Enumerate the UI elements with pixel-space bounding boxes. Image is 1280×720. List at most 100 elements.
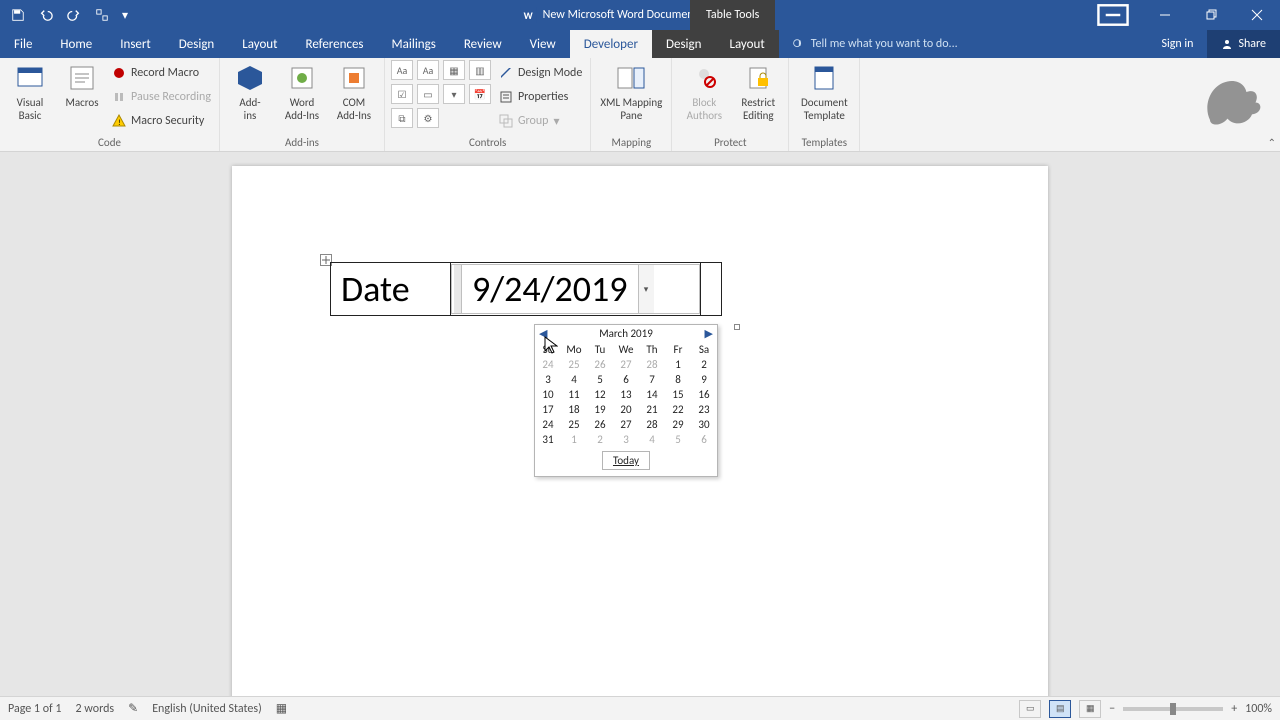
properties-button[interactable]: Properties [497,86,584,108]
tab-file[interactable]: File [0,30,46,58]
document-template-button[interactable]: Document Template [795,60,853,122]
zoom-in-icon[interactable]: + [1231,702,1237,716]
building-block-control-icon[interactable]: ▥ [469,60,491,80]
collapse-ribbon-icon[interactable]: ⌃ [1268,136,1276,149]
calendar-day[interactable]: 11 [561,387,587,402]
macro-security-button[interactable]: !Macro Security [110,110,213,132]
record-macro-button[interactable]: Record Macro [110,62,213,84]
calendar-today-button[interactable]: Today [602,451,650,470]
calendar-day[interactable]: 21 [639,402,665,417]
tab-table-layout[interactable]: Layout [715,30,778,58]
table-resize-handle-icon[interactable] [734,324,740,330]
date-picker-content-control[interactable]: 9/24/2019 ▾ [451,264,700,314]
status-word-count[interactable]: 2 words [76,702,115,716]
calendar-day[interactable]: 30 [691,417,717,432]
sign-in-link[interactable]: Sign in [1147,30,1207,58]
tab-view[interactable]: View [516,30,570,58]
calendar-day[interactable]: 5 [587,372,613,387]
tab-mailings[interactable]: Mailings [378,30,450,58]
addins-button[interactable]: Add- ins [226,60,274,122]
calendar-day[interactable]: 1 [561,432,587,447]
calendar-day[interactable]: 6 [691,432,717,447]
zoom-out-icon[interactable]: − [1109,702,1115,716]
restore-button[interactable] [1188,0,1234,30]
calendar-day[interactable]: 27 [613,357,639,372]
ribbon-options-icon[interactable] [1096,0,1130,30]
calendar-day[interactable]: 29 [665,417,691,432]
qat-dropdown-icon[interactable]: ▾ [118,3,132,27]
calendar-next-month-icon[interactable]: ▶ [705,327,713,340]
calendar-day[interactable]: 24 [535,417,561,432]
calendar-day[interactable]: 20 [613,402,639,417]
calendar-day[interactable]: 31 [535,432,561,447]
macro-indicator-icon[interactable]: ▦ [276,701,287,716]
calendar-day[interactable]: 5 [665,432,691,447]
calendar-day[interactable]: 28 [639,357,665,372]
calendar-day[interactable]: 2 [587,432,613,447]
calendar-day[interactable]: 10 [535,387,561,402]
rich-text-control-icon[interactable]: Aa [391,60,413,80]
combobox-control-icon[interactable]: ▭ [417,84,439,104]
calendar-day[interactable]: 4 [639,432,665,447]
table-cell-label[interactable]: Date [331,263,451,316]
calendar-day[interactable]: 26 [587,417,613,432]
calendar-day[interactable]: 24 [535,357,561,372]
calendar-day[interactable]: 14 [639,387,665,402]
calendar-day[interactable]: 27 [613,417,639,432]
calendar-day[interactable]: 13 [613,387,639,402]
calendar-day[interactable]: 2 [691,357,717,372]
calendar-day[interactable]: 23 [691,402,717,417]
calendar-day[interactable]: 7 [639,372,665,387]
view-read-mode-icon[interactable]: ▭ [1019,700,1041,718]
calendar-day[interactable]: 8 [665,372,691,387]
zoom-level[interactable]: 100% [1245,702,1272,716]
status-page[interactable]: Page 1 of 1 [8,702,62,716]
tab-home[interactable]: Home [46,30,106,58]
xml-mapping-button[interactable]: XML Mapping Pane [597,60,665,122]
tab-developer[interactable]: Developer [570,30,652,58]
calendar-day[interactable]: 16 [691,387,717,402]
design-mode-button[interactable]: Design Mode [497,62,584,84]
calendar-day[interactable]: 3 [535,372,561,387]
view-print-layout-icon[interactable]: ▤ [1049,700,1071,718]
calendar-day[interactable]: 28 [639,417,665,432]
calendar-day[interactable]: 1 [665,357,691,372]
share-button[interactable]: Share [1207,30,1280,58]
calendar-day[interactable]: 9 [691,372,717,387]
macros-button[interactable]: Macros [58,60,106,109]
tab-references[interactable]: References [292,30,378,58]
content-controls-gallery[interactable]: Aa Aa ▦ ▥ ☑ ▭ ▾ 📅 ⧉ ⚙ [391,60,493,130]
date-dropdown-icon[interactable]: ▾ [638,265,654,313]
calendar-day[interactable]: 22 [665,402,691,417]
repeating-control-icon[interactable]: ⧉ [391,108,413,128]
tab-design[interactable]: Design [165,30,228,58]
date-value[interactable]: 9/24/2019 [466,265,634,313]
document-table[interactable]: Date 9/24/2019 ▾ [330,262,722,316]
picture-control-icon[interactable]: ▦ [443,60,465,80]
calendar-day[interactable]: 15 [665,387,691,402]
table-cell-empty[interactable] [701,263,722,316]
tell-me-search[interactable]: Tell me what you want to do... [779,30,1148,58]
spellcheck-icon[interactable]: ✎ [128,701,138,716]
calendar-day[interactable]: 3 [613,432,639,447]
tab-insert[interactable]: Insert [106,30,165,58]
undo-icon[interactable] [34,3,58,27]
checkbox-control-icon[interactable]: ☑ [391,84,413,104]
page[interactable]: Date 9/24/2019 ▾ ◀ March 2019 ▶ S [232,166,1048,696]
restrict-editing-button[interactable]: Restrict Editing [734,60,782,122]
view-web-layout-icon[interactable]: ▦ [1079,700,1101,718]
redo-icon[interactable] [62,3,86,27]
touch-mode-icon[interactable] [90,3,114,27]
content-control-handle-icon[interactable] [454,265,462,313]
minimize-button[interactable] [1142,0,1188,30]
save-icon[interactable] [6,3,30,27]
close-button[interactable] [1234,0,1280,30]
calendar-day[interactable]: 19 [587,402,613,417]
status-language[interactable]: English (United States) [152,702,262,716]
dropdown-control-icon[interactable]: ▾ [443,84,465,104]
calendar-day[interactable]: 4 [561,372,587,387]
zoom-slider[interactable] [1123,707,1223,711]
legacy-tools-icon[interactable]: ⚙ [417,108,439,128]
date-picker-control-icon[interactable]: 📅 [469,84,491,104]
com-addins-button[interactable]: COM Add-Ins [330,60,378,122]
